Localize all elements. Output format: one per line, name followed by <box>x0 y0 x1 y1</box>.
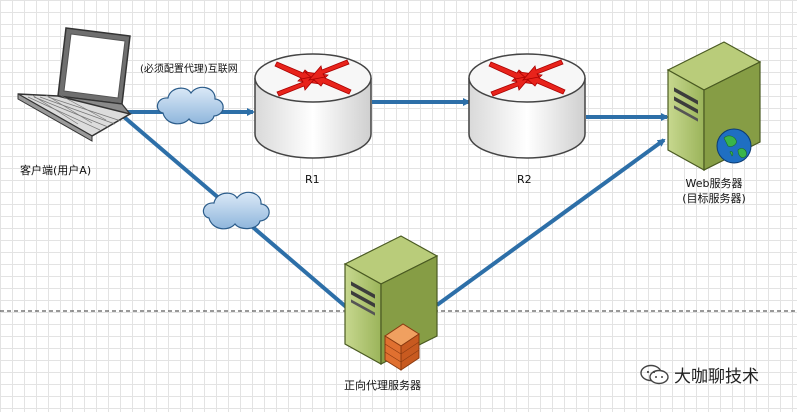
internet-label: (必须配置代理)互联网 <box>140 64 238 75</box>
proxy-server-label: 正向代理服务器 <box>344 379 421 392</box>
web-server-label-line1: Web服务器 <box>685 177 743 190</box>
laptop-icon <box>17 27 132 142</box>
router-r2-icon <box>468 53 586 159</box>
web-server-label-line2: (目标服务器) <box>682 192 746 205</box>
r1-label: R1 <box>305 173 320 186</box>
wechat-icon <box>640 364 669 384</box>
proxy-server-icon <box>343 235 439 371</box>
watermark: 大咖聊技术 <box>640 362 759 387</box>
link-proxy-web <box>435 138 666 307</box>
web-server-label: Web服务器 (目标服务器) <box>674 176 754 206</box>
router-r1-icon <box>254 53 372 159</box>
watermark-text: 大咖聊技术 <box>674 367 759 387</box>
r2-label: R2 <box>517 173 532 186</box>
network-diagram <box>0 27 797 371</box>
internet-cloud-icon-2 <box>202 191 270 230</box>
web-server-icon <box>666 41 762 172</box>
internet-cloud-icon <box>156 86 224 125</box>
client-label: 客户端(用户A) <box>20 164 92 177</box>
